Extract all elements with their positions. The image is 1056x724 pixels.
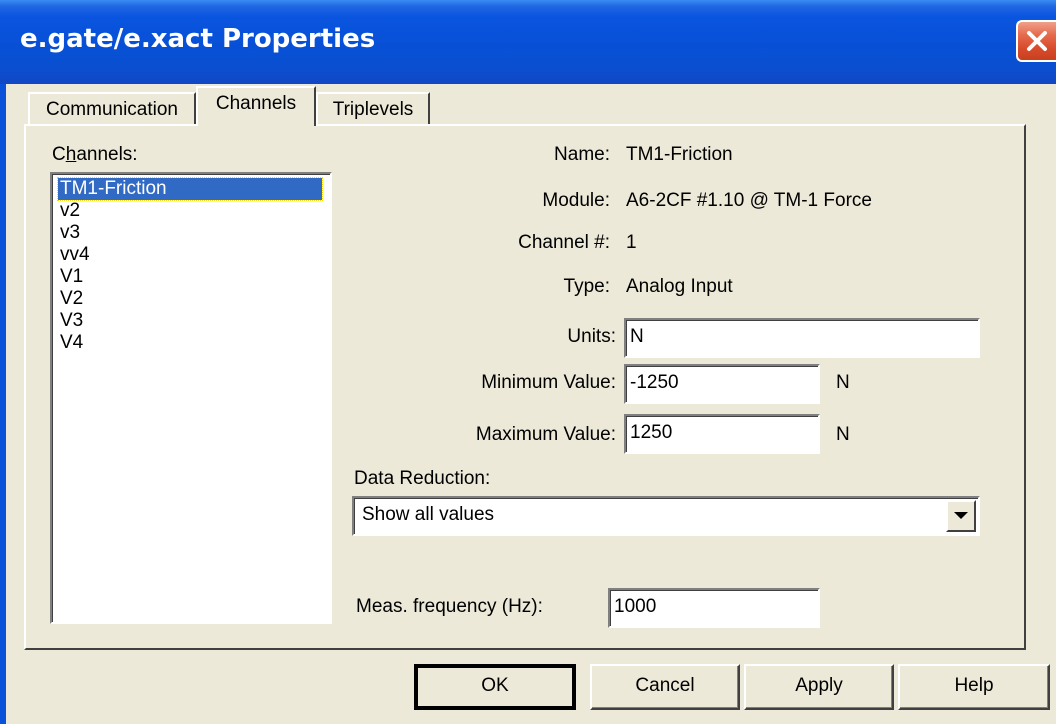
channels-listbox[interactable]: TM1-Friction v2 v3 vv4 V1 V2 V3 V4	[50, 172, 332, 624]
tab-communication-label: Communication	[46, 99, 178, 120]
list-item-selected[interactable]: TM1-Friction	[57, 177, 323, 201]
maximum-value-input[interactable]: 1250	[624, 414, 820, 454]
frequency-input[interactable]: 1000	[608, 588, 820, 628]
window-title: e.gate/e.xact Properties	[20, 24, 376, 54]
tab-triplevels-label: Triplevels	[332, 99, 414, 120]
list-item[interactable]: v3	[58, 222, 80, 244]
tab-triplevels[interactable]: Triplevels	[316, 92, 430, 124]
name-label: Name:	[554, 144, 610, 165]
list-item[interactable]: V1	[58, 266, 83, 288]
maximum-unit: N	[836, 424, 850, 445]
minimum-value-input[interactable]: -1250	[624, 364, 820, 404]
channel-number-value: 1	[626, 232, 637, 253]
cancel-button[interactable]: Cancel	[590, 664, 740, 710]
channels-label-part2: annels:	[76, 144, 138, 165]
list-item[interactable]: v2	[58, 200, 80, 222]
apply-button[interactable]: Apply	[744, 664, 894, 710]
ok-button[interactable]: OK	[414, 664, 576, 710]
close-button[interactable]	[1016, 20, 1056, 62]
channels-label-part1: C	[52, 144, 66, 165]
units-label: Units:	[567, 326, 616, 347]
tab-channels-label: Channels	[215, 93, 297, 114]
help-button[interactable]: Help	[898, 664, 1050, 710]
channels-label-accelerator: h	[65, 144, 77, 165]
type-label: Type:	[563, 276, 610, 297]
data-reduction-selected: Show all values	[362, 504, 495, 525]
dropdown-button[interactable]	[946, 500, 976, 532]
data-reduction-label: Data Reduction:	[354, 468, 491, 489]
minimum-unit: N	[836, 372, 850, 393]
properties-dialog: e.gate/e.xact Properties Communication C…	[0, 0, 1056, 724]
close-icon	[1027, 31, 1047, 51]
list-item[interactable]: vv4	[58, 244, 90, 266]
window-border	[0, 84, 6, 724]
tab-communication[interactable]: Communication	[28, 92, 196, 124]
channel-number-label: Channel #:	[518, 232, 610, 253]
name-value: TM1-Friction	[626, 144, 733, 165]
type-value: Analog Input	[626, 276, 733, 297]
data-reduction-select[interactable]: Show all values	[352, 496, 980, 536]
tab-channels[interactable]: Channels	[196, 86, 316, 126]
maximum-value-label: Maximum Value:	[475, 424, 616, 445]
minimum-value-label: Minimum Value:	[481, 372, 616, 393]
list-item[interactable]: V4	[58, 332, 83, 354]
title-bar[interactable]: e.gate/e.xact Properties	[0, 0, 1056, 84]
list-item[interactable]: V2	[58, 288, 83, 310]
list-item[interactable]: V3	[58, 310, 83, 332]
module-value: A6-2CF #1.10 @ TM-1 Force	[626, 190, 872, 211]
frequency-label: Meas. frequency (Hz):	[356, 596, 543, 617]
module-label: Module:	[542, 190, 610, 211]
chevron-down-icon	[954, 512, 968, 519]
channels-list-label: Channels:	[52, 144, 138, 166]
units-input[interactable]: N	[624, 318, 980, 358]
